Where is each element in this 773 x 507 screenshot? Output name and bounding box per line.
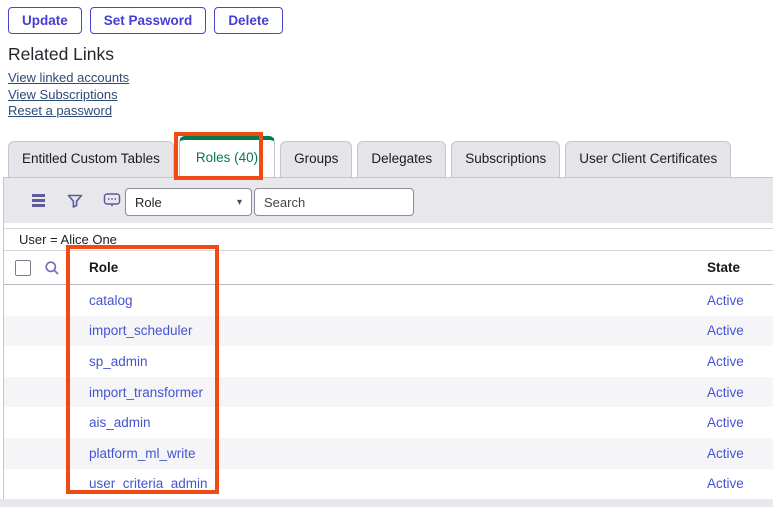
tab-delegates[interactable]: Delegates — [357, 141, 446, 177]
column-header-role[interactable]: Role — [89, 260, 707, 275]
link-reset-a-password[interactable]: Reset a password — [8, 104, 129, 117]
table-row: ais_admin Active — [4, 407, 773, 438]
table-row: platform_ml_write Active — [4, 438, 773, 469]
chevron-down-icon: ▾ — [237, 197, 242, 208]
tab-roles[interactable]: Roles (40) — [179, 136, 275, 177]
roles-related-list-panel: Role ▾ User = Alice One Role State catal… — [3, 177, 773, 499]
column-header-state[interactable]: State — [707, 260, 773, 275]
table-body: catalog Active import_scheduler Active s… — [4, 285, 773, 499]
table-row: catalog Active — [4, 285, 773, 316]
table-row: import_scheduler Active — [4, 316, 773, 347]
search-column-select[interactable]: Role ▾ — [125, 188, 252, 216]
search-icon[interactable] — [44, 260, 60, 276]
state-link[interactable]: Active — [707, 476, 744, 491]
state-link[interactable]: Active — [707, 323, 744, 338]
update-button[interactable]: Update — [8, 7, 82, 34]
set-password-button[interactable]: Set Password — [90, 7, 207, 34]
tab-groups[interactable]: Groups — [280, 141, 352, 177]
breadcrumb[interactable]: User = Alice One — [4, 228, 773, 251]
list-menu-icon[interactable] — [29, 192, 47, 210]
horizontal-scrollbar[interactable] — [0, 499, 773, 507]
state-link[interactable]: Active — [707, 354, 744, 369]
state-link[interactable]: Active — [707, 293, 744, 308]
delete-button[interactable]: Delete — [214, 7, 283, 34]
list-toolbar: Role ▾ — [4, 178, 773, 223]
role-link[interactable]: ais_admin — [89, 415, 151, 430]
table-row: user_criteria_admin Active — [4, 469, 773, 500]
related-lists-tabbar: Entitled Custom Tables Roles (40) Groups… — [8, 140, 731, 177]
link-view-subscriptions[interactable]: View Subscriptions — [8, 88, 129, 101]
tab-entitled-custom-tables[interactable]: Entitled Custom Tables — [8, 141, 174, 177]
role-link[interactable]: user_criteria_admin — [89, 476, 208, 491]
table-row: sp_admin Active — [4, 346, 773, 377]
list-icon — [32, 194, 45, 207]
filter-icon[interactable] — [66, 192, 84, 210]
table-row: import_transformer Active — [4, 377, 773, 408]
chat-icon[interactable] — [103, 192, 121, 210]
state-link[interactable]: Active — [707, 385, 744, 400]
tab-user-client-certificates[interactable]: User Client Certificates — [565, 141, 731, 177]
table-header-row: Role State — [4, 251, 773, 285]
link-view-linked-accounts[interactable]: View linked accounts — [8, 71, 129, 84]
role-link[interactable]: import_transformer — [89, 385, 203, 400]
role-link[interactable]: catalog — [89, 293, 133, 308]
search-input[interactable] — [254, 188, 414, 216]
role-link[interactable]: sp_admin — [89, 354, 148, 369]
state-link[interactable]: Active — [707, 446, 744, 461]
related-links-heading: Related Links — [8, 44, 114, 65]
record-action-bar: Update Set Password Delete — [8, 7, 283, 34]
related-links-list: View linked accounts View Subscriptions … — [8, 71, 129, 121]
role-link[interactable]: import_scheduler — [89, 323, 193, 338]
tab-subscriptions[interactable]: Subscriptions — [451, 141, 560, 177]
search-column-value: Role — [135, 195, 162, 210]
state-link[interactable]: Active — [707, 415, 744, 430]
role-link[interactable]: platform_ml_write — [89, 446, 196, 461]
select-all-checkbox[interactable] — [15, 260, 31, 276]
